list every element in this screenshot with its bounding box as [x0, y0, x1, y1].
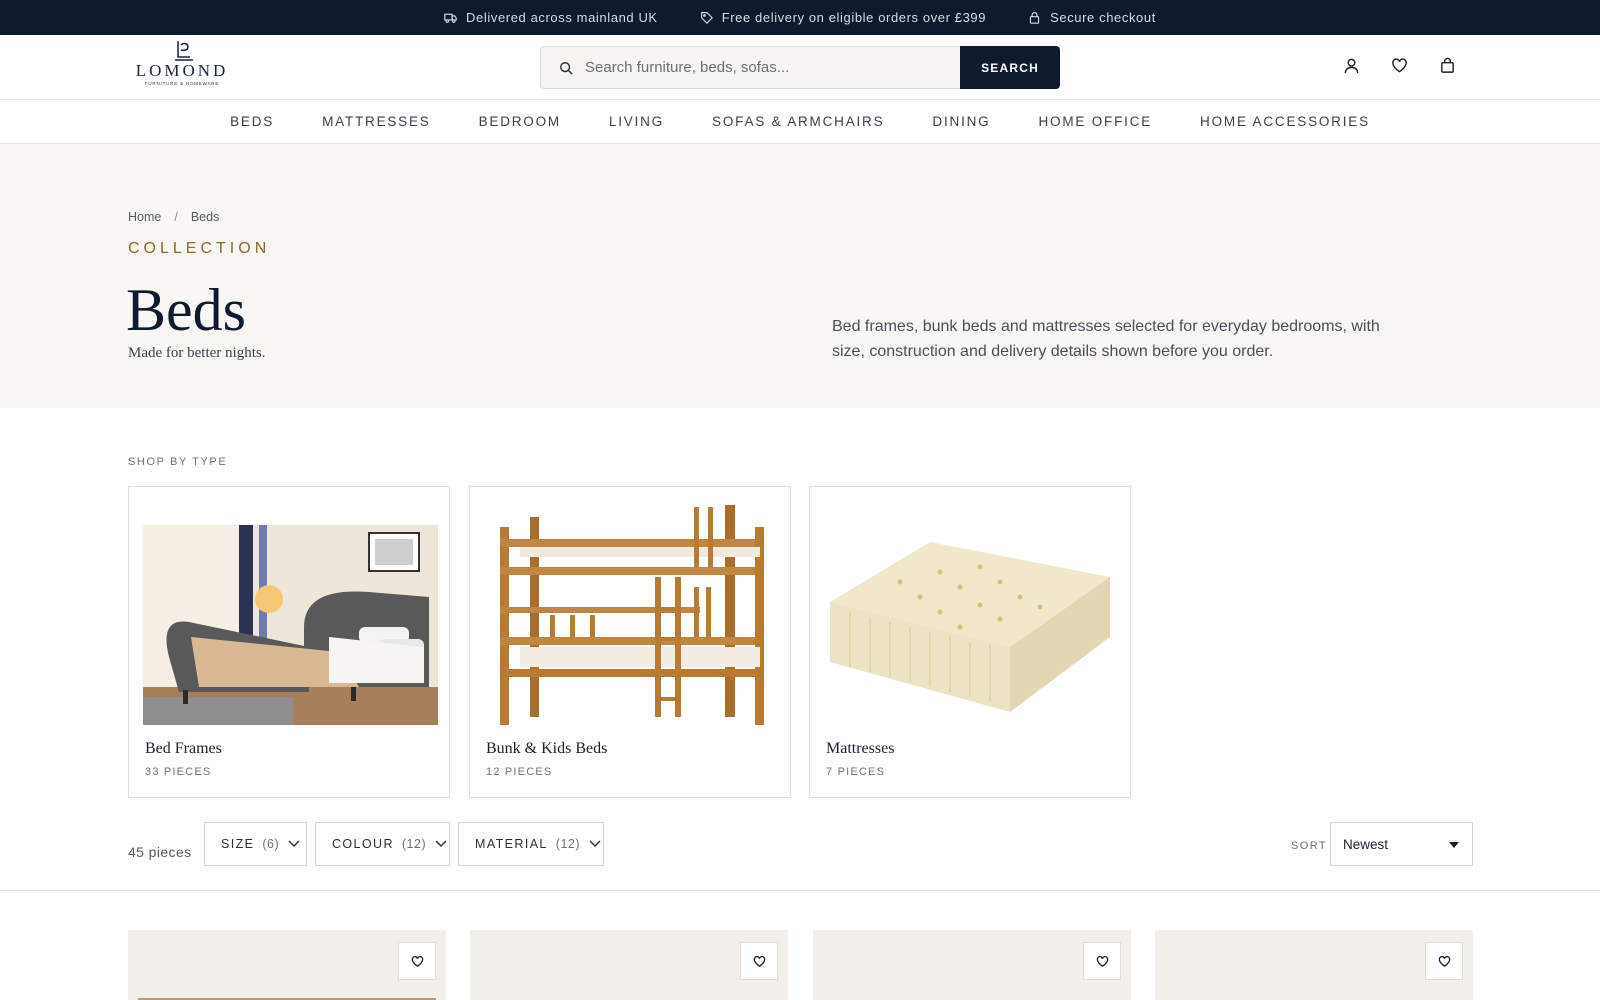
logo-tagline: FURNITURE & HOMEWARE [144, 81, 220, 86]
type-card-name: Bed Frames [145, 740, 222, 757]
product-card[interactable] [813, 930, 1131, 1000]
type-card-bed-frames[interactable]: Bed Frames 33 PIECES [128, 486, 450, 798]
sort-value: Newest [1343, 836, 1389, 852]
shop-by-type-label: SHOP BY TYPE [128, 456, 228, 468]
announcement-delivery: Delivered across mainland UK [444, 10, 658, 25]
type-card-count: 12 PIECES [486, 766, 553, 778]
filter-label: COLOUR [332, 837, 394, 851]
type-card-name: Mattresses [826, 740, 895, 757]
mattress-image [810, 487, 1130, 725]
nav-item-living[interactable]: LIVING [609, 114, 664, 129]
wishlist-button[interactable] [1083, 942, 1121, 980]
nav-item-sofas-armchairs[interactable]: SOFAS & ARMCHAIRS [712, 114, 884, 129]
search-button[interactable]: SEARCH [960, 46, 1060, 89]
collection-eyebrow: COLLECTION [128, 240, 271, 257]
account-icon[interactable] [1343, 57, 1360, 76]
wishlist-button[interactable] [398, 942, 436, 980]
sort-label: SORT [1291, 840, 1327, 852]
search-bar: SEARCH [540, 46, 1060, 89]
nav-item-home-accessories[interactable]: HOME ACCESSORIES [1200, 114, 1370, 129]
product-card[interactable] [1155, 930, 1473, 1000]
chevron-down-icon [580, 840, 601, 848]
cart-bag-icon[interactable] [1439, 57, 1456, 76]
tag-icon [700, 11, 713, 24]
breadcrumb: Home / Beds [128, 210, 219, 224]
wishlist-button[interactable] [740, 942, 778, 980]
sort-select[interactable]: Newest [1330, 822, 1473, 866]
filter-bar: 45 pieces SIZE (6) COLOUR (12) MATERIAL … [0, 822, 1600, 891]
type-card-mattresses[interactable]: Mattresses 7 PIECES [809, 486, 1131, 798]
heart-icon [1438, 955, 1451, 968]
search-input[interactable] [585, 59, 925, 76]
type-card-count: 7 PIECES [826, 766, 886, 778]
filter-count: (12) [401, 837, 427, 851]
logo-mark-icon [175, 41, 193, 61]
nav-item-bedroom[interactable]: BEDROOM [479, 114, 561, 129]
nav-item-mattresses[interactable]: MATTRESSES [322, 114, 431, 129]
filter-label: SIZE [221, 837, 255, 851]
header-actions [1343, 57, 1456, 76]
bed-frame-image [129, 487, 449, 725]
breadcrumb-current: Beds [190, 210, 220, 224]
nav-item-home-office[interactable]: HOME OFFICE [1038, 114, 1152, 129]
heart-icon [1096, 955, 1109, 968]
search-icon [559, 61, 585, 75]
breadcrumb-separator: / [174, 210, 178, 224]
page-subtitle: Made for better nights. [128, 345, 266, 361]
product-card[interactable] [128, 930, 446, 1000]
nav-item-dining[interactable]: DINING [932, 114, 990, 129]
chevron-down-icon [426, 840, 447, 848]
wishlist-button[interactable] [1425, 942, 1463, 980]
heart-icon [753, 955, 766, 968]
result-count: 45 pieces [128, 844, 192, 860]
filter-count: (6) [262, 837, 280, 851]
search-box [540, 46, 960, 89]
lock-icon [1028, 11, 1041, 24]
filter-size-button[interactable]: SIZE (6) [204, 822, 307, 866]
announcement-bar: Delivered across mainland UK Free delive… [0, 0, 1600, 35]
logo-wordmark: LOMOND [135, 61, 229, 80]
brand-logo[interactable]: LOMOND FURNITURE & HOMEWARE [132, 39, 234, 95]
page-title: Beds [126, 277, 246, 343]
chevron-down-icon [279, 840, 300, 848]
filter-count: (12) [555, 837, 581, 851]
wishlist-heart-icon[interactable] [1391, 57, 1408, 76]
filter-colour-button[interactable]: COLOUR (12) [315, 822, 450, 866]
announcement-free-delivery: Free delivery on eligible orders over £3… [700, 10, 986, 25]
type-card-name: Bunk & Kids Beds [486, 740, 608, 757]
product-card[interactable] [470, 930, 788, 1000]
site-header: LOMOND FURNITURE & HOMEWARE SEARCH [0, 35, 1600, 100]
collection-hero: Home / Beds COLLECTION Beds Made for bet… [0, 144, 1600, 408]
type-card-count: 33 PIECES [145, 766, 212, 778]
truck-icon [444, 11, 457, 24]
bunk-bed-image [470, 487, 790, 725]
announcement-secure: Secure checkout [1028, 10, 1156, 25]
nav-item-beds[interactable]: BEDS [230, 114, 274, 129]
breadcrumb-home[interactable]: Home [128, 210, 161, 224]
main-nav: BEDS MATTRESSES BEDROOM LIVING SOFAS & A… [0, 100, 1600, 144]
filter-material-button[interactable]: MATERIAL (12) [458, 822, 604, 866]
filter-label: MATERIAL [475, 837, 548, 851]
type-card-bunk-kids-beds[interactable]: Bunk & Kids Beds 12 PIECES [469, 486, 791, 798]
heart-icon [411, 955, 424, 968]
collection-description: Bed frames, bunk beds and mattresses sel… [832, 318, 1380, 360]
